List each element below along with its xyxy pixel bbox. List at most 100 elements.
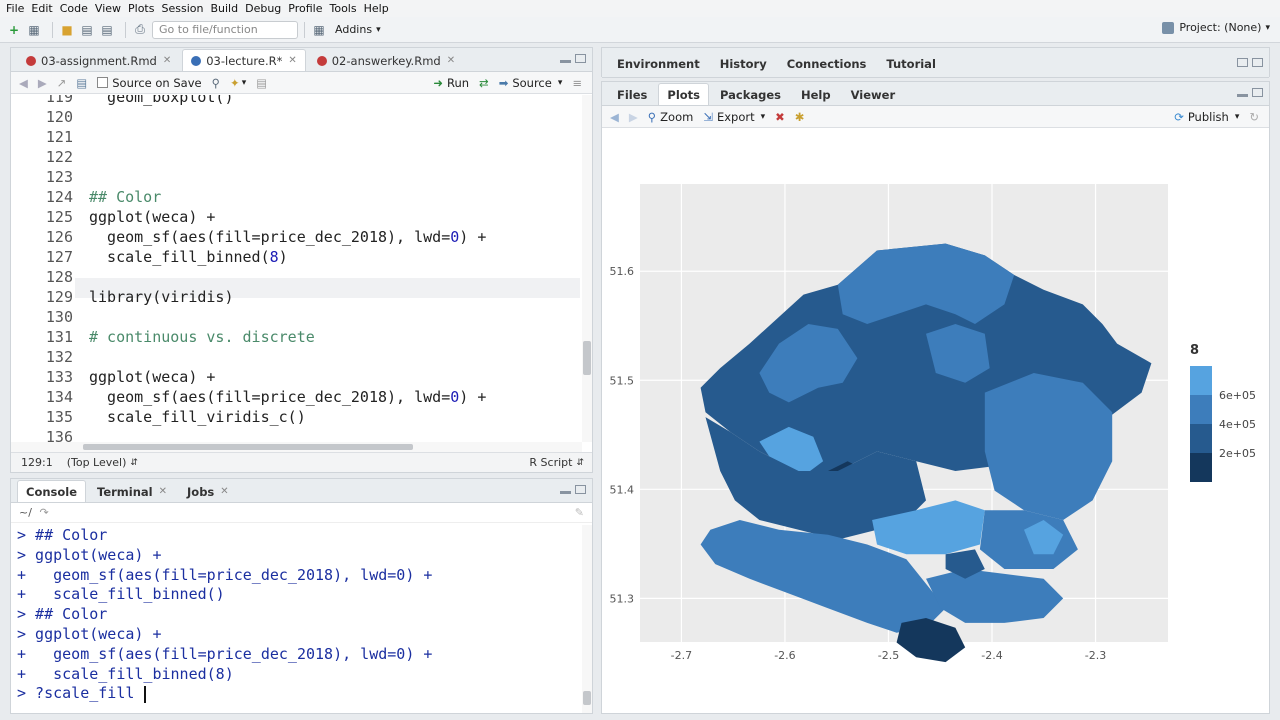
console-tab-jobs[interactable]: Jobs ✕	[178, 480, 238, 502]
editor-horizontal-scroll-thumb[interactable]	[83, 444, 413, 450]
plots-tabbar: Files Plots Packages Help Viewer	[602, 82, 1269, 106]
console-line: + geom_sf(aes(fill=price_dec_2018), lwd=…	[17, 644, 433, 663]
menu-item-file[interactable]: File	[6, 2, 24, 15]
refresh-plot-icon[interactable]: ↻	[1249, 110, 1259, 124]
files-tab-plots[interactable]: Plots	[658, 83, 710, 105]
menu-item-debug[interactable]: Debug	[245, 2, 281, 15]
line-number: 124	[45, 188, 73, 206]
code-text: geom_sf(aes(fill=price_dec_2018), lwd=0)…	[89, 228, 487, 246]
close-icon[interactable]: ✕	[220, 486, 228, 497]
minimize-icon[interactable]	[560, 60, 571, 63]
editor-vertical-scrollbar[interactable]	[582, 95, 592, 442]
save-all-icon[interactable]: ▤	[99, 22, 115, 38]
maximize-icon[interactable]	[575, 54, 586, 63]
editor-tab[interactable]: 03-lecture.R* ✕	[182, 49, 306, 71]
menu-item-session[interactable]: Session	[161, 2, 203, 15]
menu-item-profile[interactable]: Profile	[288, 2, 322, 15]
close-icon[interactable]: ✕	[447, 55, 455, 66]
editor-line: 134 geom_sf(aes(fill=price_dec_2018), lw…	[11, 387, 580, 407]
code-editor[interactable]: 119 geom_boxplot() 120 121 122 123 124 ## Colo…	[11, 95, 580, 442]
files-tab-label: Files	[617, 87, 648, 102]
export-button[interactable]: ⇲ Export ▾	[703, 110, 765, 124]
clear-all-plots-icon[interactable]: ✱	[795, 110, 805, 124]
close-icon[interactable]: ✕	[163, 55, 171, 66]
cursor-position: 129:1	[21, 456, 53, 469]
forward-arrow-icon[interactable]: ▶	[38, 76, 47, 90]
env-tab-tutorial[interactable]: Tutorial	[877, 49, 944, 77]
file-type-selector[interactable]: R Script	[529, 456, 572, 469]
publish-button[interactable]: ⟳ Publish ▾	[1174, 110, 1239, 124]
console-tab-terminal[interactable]: Terminal ✕	[88, 480, 176, 502]
editor-tab[interactable]: 03-assignment.Rmd ✕	[17, 49, 180, 71]
minimize-icon[interactable]	[560, 491, 571, 494]
maximize-icon[interactable]	[575, 485, 586, 494]
grid-layout-icon[interactable]: ▦	[311, 22, 327, 38]
scope-selector[interactable]: (Top Level)	[67, 456, 127, 469]
new-project-icon[interactable]: ▦	[26, 22, 42, 38]
zoom-button[interactable]: ⚲ Zoom	[648, 110, 694, 124]
env-tab-connections[interactable]: Connections	[778, 49, 876, 77]
console-scroll-thumb[interactable]	[583, 691, 591, 705]
line-number: 127	[45, 248, 73, 266]
menu-item-code[interactable]: Code	[60, 2, 88, 15]
files-tab-files[interactable]: Files	[608, 83, 656, 105]
open-folder-icon[interactable]: ■	[59, 22, 75, 38]
run-button[interactable]: ➜ Run	[433, 76, 469, 90]
next-plot-icon[interactable]: ▶	[629, 110, 638, 124]
files-tab-help[interactable]: Help	[792, 83, 840, 105]
maximize-icon[interactable]	[1252, 58, 1263, 67]
menu-item-edit[interactable]: Edit	[31, 2, 52, 15]
editor-vertical-scroll-thumb[interactable]	[583, 341, 591, 375]
minimize-icon[interactable]	[1237, 94, 1248, 97]
menu-item-tools[interactable]: Tools	[329, 2, 356, 15]
line-number: 126	[45, 228, 73, 246]
editor-horizontal-scrollbar[interactable]	[11, 442, 582, 452]
menu-item-build[interactable]: Build	[210, 2, 238, 15]
console-working-dir[interactable]: ~/	[19, 506, 32, 519]
console-tab-console[interactable]: Console	[17, 480, 87, 502]
source-button[interactable]: ➡ Source ▾	[499, 76, 563, 90]
new-file-icon[interactable]: +	[6, 22, 22, 38]
files-tab-packages[interactable]: Packages	[711, 83, 790, 105]
restore-icon[interactable]	[1237, 58, 1248, 67]
menu-item-help[interactable]: Help	[364, 2, 389, 15]
menu-lines-icon[interactable]: ≡	[572, 76, 582, 90]
menu-item-view[interactable]: View	[95, 2, 121, 15]
run-arrow-icon: ➜	[433, 75, 443, 90]
editor-line: 132	[11, 347, 580, 367]
print-icon[interactable]: ⎙	[132, 22, 148, 38]
menu-item-plots[interactable]: Plots	[128, 2, 154, 15]
maximize-icon[interactable]	[1252, 88, 1263, 97]
close-icon[interactable]: ✕	[288, 55, 296, 66]
chevron-down-icon[interactable]: ▾	[242, 78, 247, 88]
back-arrow-icon[interactable]: ◀	[19, 76, 28, 90]
plots-toolbar: ◀ ▶ ⚲ Zoom ⇲ Export ▾ ✖ ✱ ⟳ Publish ▾ ↻	[602, 106, 1269, 128]
clear-console-icon[interactable]: ✎	[575, 503, 584, 523]
env-tab-history[interactable]: History	[711, 49, 776, 77]
files-tab-label: Viewer	[850, 87, 896, 102]
console-vertical-scrollbar[interactable]	[582, 525, 592, 713]
source-on-save-checkbox[interactable]: Source on Save	[97, 76, 202, 90]
close-icon[interactable]: ✕	[159, 486, 167, 497]
magic-wand-icon[interactable]: ✦	[230, 76, 240, 90]
rerun-icon[interactable]: ⇄	[479, 76, 489, 90]
search-icon[interactable]: ⚲	[212, 76, 220, 90]
show-in-window-icon[interactable]: ↗	[57, 76, 67, 90]
project-menu[interactable]: Project: (None) ▾	[1162, 21, 1270, 34]
document-outline-icon[interactable]: ▤	[256, 76, 267, 90]
files-tab-viewer[interactable]: Viewer	[842, 83, 905, 105]
source-pane: 03-assignment.Rmd ✕ 03-lecture.R* ✕ 02-answe…	[10, 47, 593, 473]
save-icon[interactable]: ▤	[79, 22, 95, 38]
env-tab-label: History	[719, 56, 767, 71]
goto-dir-icon[interactable]: ↷	[39, 506, 48, 519]
save-file-icon[interactable]: ▤	[76, 76, 87, 90]
file-type-chevron-icon: ⇵	[576, 457, 584, 468]
env-tab-environment[interactable]: Environment	[608, 49, 709, 77]
previous-plot-icon[interactable]: ◀	[610, 110, 619, 124]
addins-menu[interactable]: Addins	[335, 23, 372, 36]
addins-chevron-down-icon[interactable]: ▾	[376, 25, 381, 35]
editor-tab[interactable]: 02-answerkey.Rmd ✕	[308, 49, 464, 71]
goto-file-input[interactable]: Go to file/function	[152, 20, 298, 39]
console-output[interactable]: > ## Color > ggplot(weca) + + geom_sf(aes(…	[11, 525, 580, 713]
remove-plot-icon[interactable]: ✖	[775, 110, 785, 124]
